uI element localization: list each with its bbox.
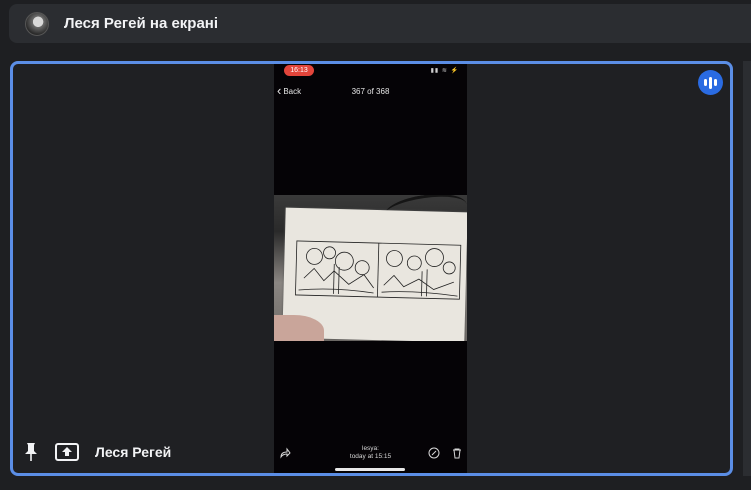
trash-icon[interactable]	[451, 447, 463, 459]
voice-activity-button[interactable]	[698, 70, 723, 95]
pin-icon[interactable]	[23, 442, 39, 462]
side-panel-edge	[743, 61, 751, 476]
status-time: 16:13	[284, 65, 314, 76]
edit-icon[interactable]	[428, 447, 440, 459]
photo-image	[274, 195, 467, 341]
shared-phone-screen: 16:13 ▮▮ ≋ ⚡ ‹ Back 367 of 368 lesya: to…	[274, 64, 467, 473]
sketch-drawing	[295, 240, 462, 300]
avatar[interactable]	[25, 11, 49, 36]
screen-share-stage[interactable]: 16:13 ▮▮ ≋ ⚡ ‹ Back 367 of 368 lesya: to…	[10, 61, 733, 476]
stream-header: Леся Регей на екрані	[9, 4, 751, 43]
status-icons: ▮▮ ≋ ⚡	[430, 68, 459, 74]
streamer-name: Леся Регей	[95, 444, 172, 460]
screen-share-icon[interactable]	[55, 443, 79, 461]
home-indicator	[335, 468, 405, 471]
voice-bar	[709, 76, 712, 89]
voice-bar	[714, 79, 717, 86]
stream-footer: Леся Регей	[23, 439, 171, 465]
stream-title: Леся Регей на екрані	[64, 15, 219, 32]
voice-bar	[704, 79, 707, 86]
photo-counter: 367 of 368	[351, 87, 390, 96]
